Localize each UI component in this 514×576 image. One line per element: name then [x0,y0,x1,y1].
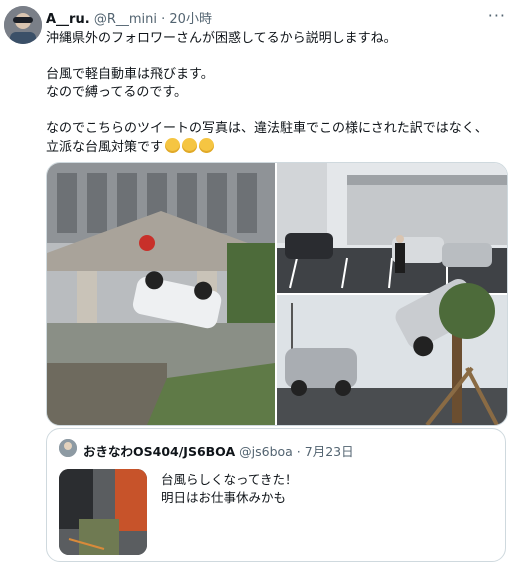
quoted-header: おきなわOS404/JS6BOA @js6boa · 7月23日 [83,441,354,460]
tweet-text: 沖縄県外のフォロワーさんが困惑してるから説明しますね。 台風で軽自動車は飛びます… [46,30,506,156]
photo-parking-lot[interactable] [277,163,507,293]
tweet-line: 沖縄県外のフォロワーさんが困惑してるから説明しますね。 [46,31,397,46]
quoted-date: 7月23日 [304,444,354,459]
tweet-line: なのでこちらのツイートの写真は、違法駐車でこの様にされた訳ではなく、 [46,121,488,136]
quoted-display-name: おきなわOS404/JS6BOA [83,444,236,459]
quoted-line: 明日はお仕事休みかも [161,490,287,505]
quoted-separator: · [296,444,301,459]
tweet-header: A__ru. @R__mini · 20小時 [46,8,212,27]
author-avatar[interactable] [4,6,42,44]
tweet-time[interactable]: 20小時 [169,12,212,27]
tweet-line-text: 立派な台風対策です [46,140,164,155]
quoted-tweet[interactable]: おきなわOS404/JS6BOA @js6boa · 7月23日 台風らしくなっ… [46,428,506,562]
author-display-name[interactable]: A__ru. [46,12,90,27]
author-handle[interactable]: @R__mini [94,12,157,27]
tweet-line: 台風で軽自動車は飛びます。 [46,67,214,82]
quoted-handle: @js6boa [239,444,293,459]
more-icon[interactable]: ··· [488,6,506,25]
header-separator: · [161,12,166,27]
clapping-hands-emoji [165,138,181,153]
tweet-line: なので縛ってるのです。 [46,85,188,100]
media-grid [46,162,508,426]
quoted-line: 台風らしくなってきた！ [161,472,298,487]
clapping-hands-emoji [182,138,198,153]
quoted-text: 台風らしくなってきた！ 明日はお仕事休みかも [161,471,298,507]
photo-car-lifted-tree[interactable] [277,275,507,425]
quoted-author-avatar[interactable] [59,439,77,457]
quoted-photo[interactable] [59,469,147,555]
photo-overturned-car-building[interactable] [47,163,275,425]
tweet-line-last: 立派な台風対策です [46,138,506,156]
clapping-hands-emoji [199,138,215,153]
